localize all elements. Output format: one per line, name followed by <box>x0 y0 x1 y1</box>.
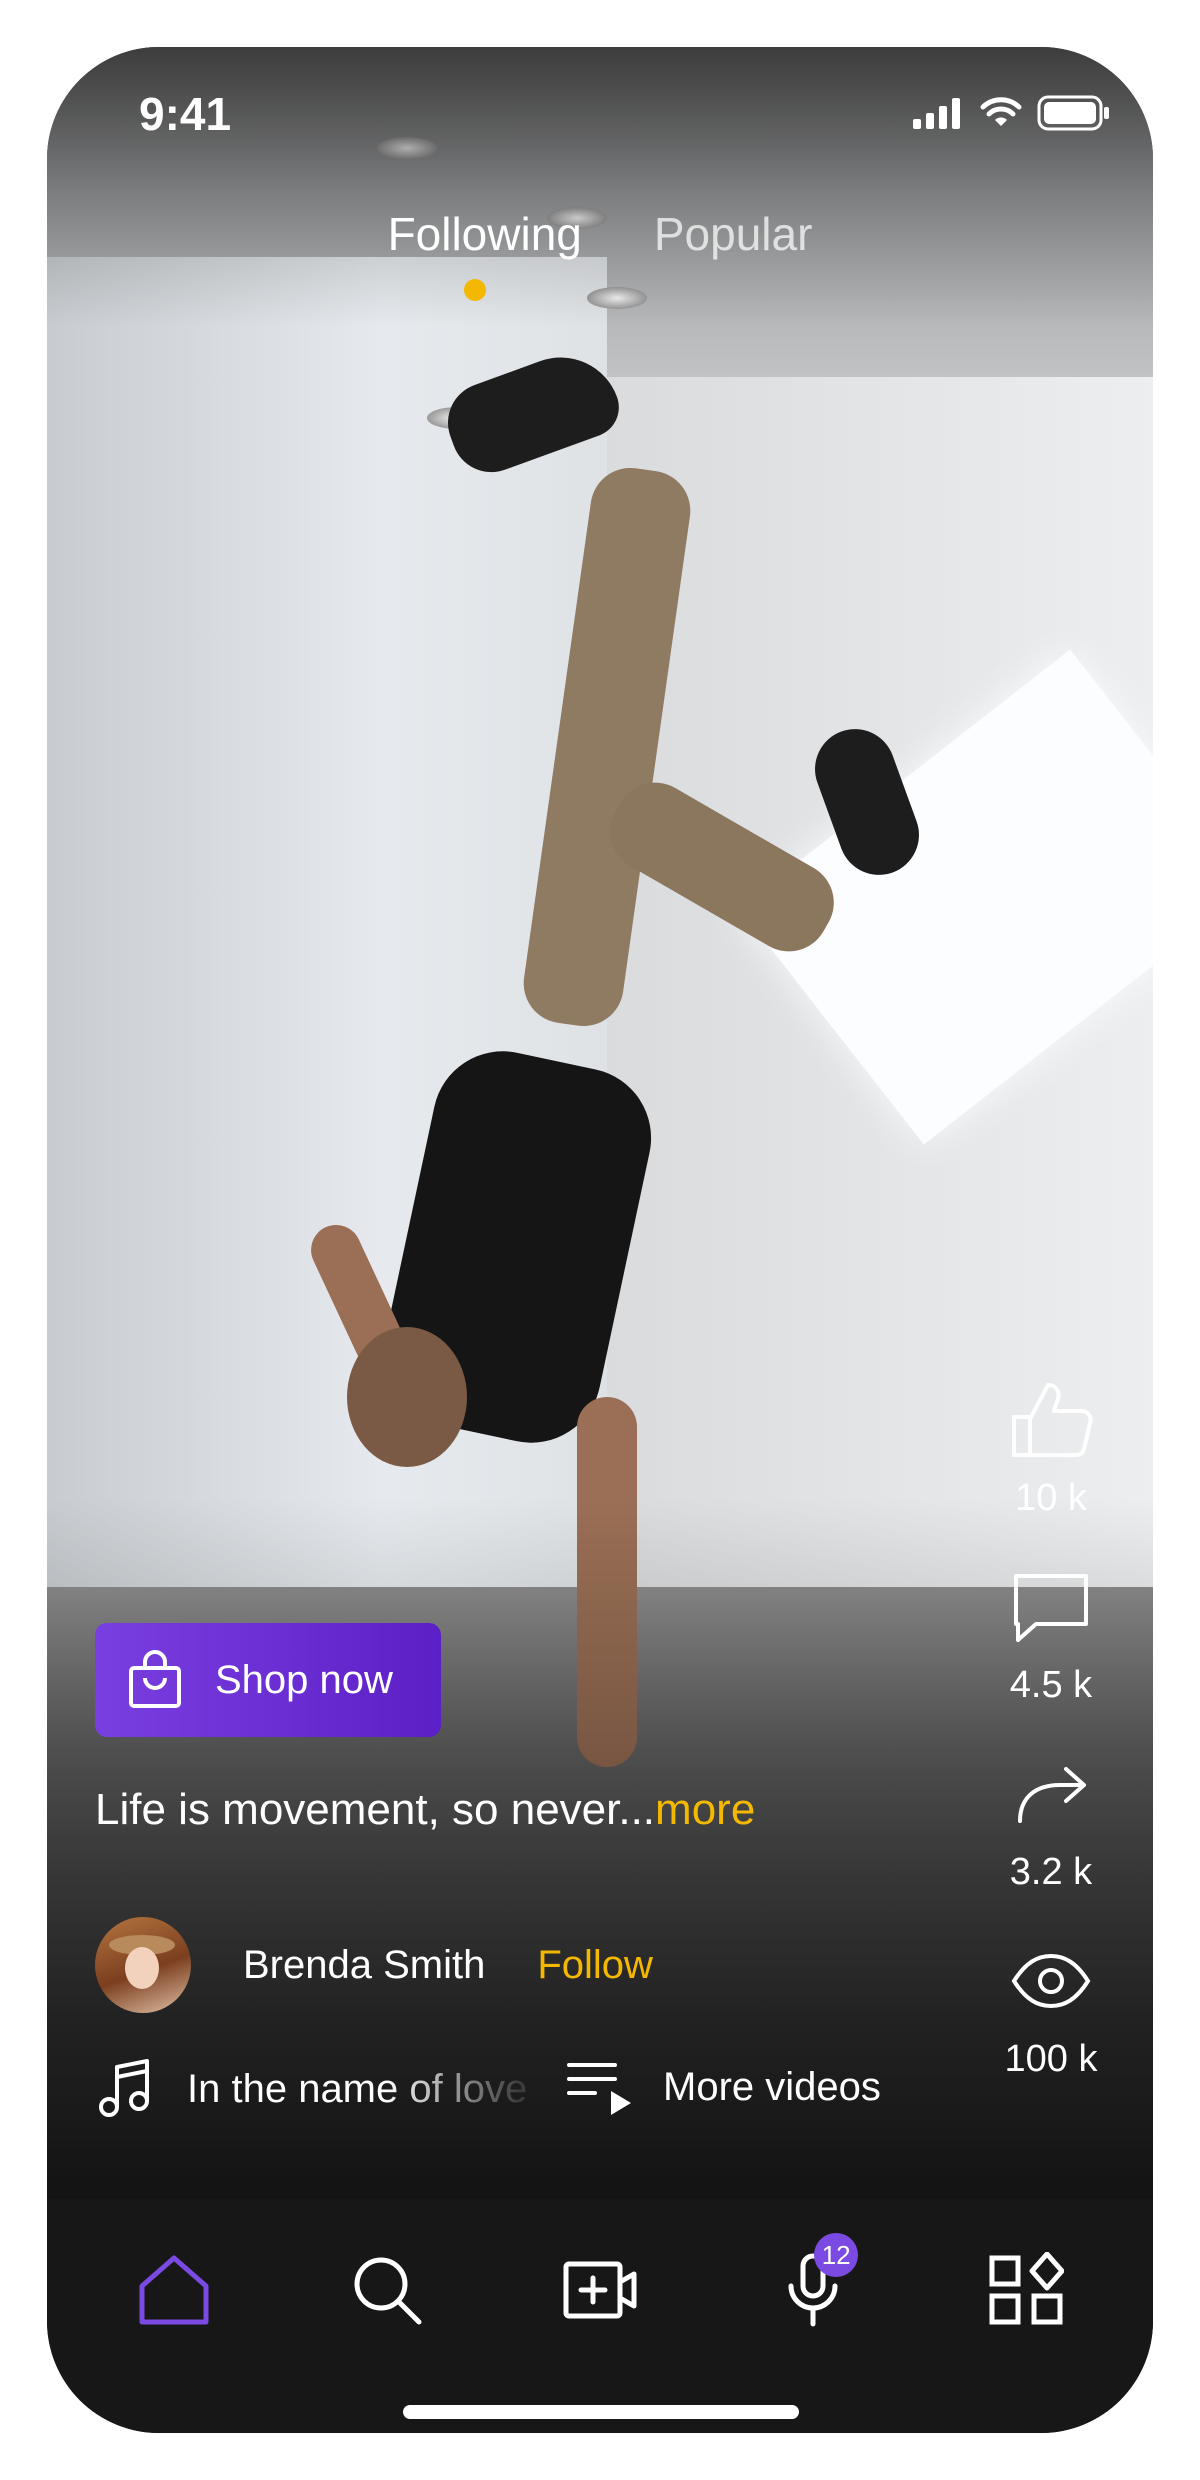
video-caption: Life is movement, so never...more <box>95 1785 755 1835</box>
author-name[interactable]: Brenda Smith <box>243 1943 485 1988</box>
follow-button[interactable]: Follow <box>537 1943 653 1988</box>
status-time: 9:41 <box>139 88 232 140</box>
video-background[interactable] <box>47 47 1153 2199</box>
share-button[interactable]: 3.2 k <box>991 1751 1111 1894</box>
signal-icon <box>913 98 960 129</box>
share-count: 3.2 k <box>1009 1851 1093 1893</box>
playlist-icon <box>567 2063 631 2115</box>
tab-following[interactable]: Following <box>388 207 582 261</box>
nav-apps[interactable] <box>981 2245 1071 2335</box>
nav-live[interactable]: 12 <box>768 2233 859 2335</box>
share-icon <box>1018 1767 1086 1823</box>
comment-icon <box>1014 1574 1088 1642</box>
more-videos-label: More videos <box>663 2064 881 2109</box>
like-icon <box>1012 1383 1093 1457</box>
caption-text: Life is movement, so never... <box>95 1785 656 1834</box>
active-tab-indicator <box>464 279 486 301</box>
comment-button[interactable]: 4.5 k <box>991 1564 1111 1707</box>
comment-count: 4.5 k <box>1009 1664 1093 1706</box>
like-button[interactable]: 10 k <box>991 1377 1111 1520</box>
more-videos-button[interactable]: More videos <box>565 2057 881 2117</box>
like-count: 10 k <box>1015 1477 1087 1519</box>
view-count: 100 k <box>1004 2038 1098 2080</box>
status-icons <box>913 95 1111 131</box>
phone-frame: 9:41 Following Popular 10 k 4.5 k 3.2 k … <box>47 47 1153 2433</box>
home-icon <box>139 2255 209 2325</box>
apps-icon <box>989 2252 1065 2325</box>
shop-now-button[interactable]: Shop now <box>95 1623 441 1737</box>
home-indicator[interactable] <box>403 2405 799 2419</box>
bottom-nav: 12 <box>47 2199 1153 2433</box>
search-icon <box>354 2257 422 2325</box>
views-button[interactable]: 100 k <box>991 1938 1111 2081</box>
view-icon <box>1011 1953 1091 2009</box>
music-row[interactable]: In the name of love <box>95 2057 547 2121</box>
caption-more-link[interactable]: more <box>655 1785 755 1834</box>
battery-icon <box>1037 95 1109 131</box>
wifi-icon <box>980 97 1022 126</box>
notification-badge: 12 <box>814 2233 859 2277</box>
shopping-bag-icon <box>129 1650 181 1708</box>
action-rail: 10 k 4.5 k 3.2 k 100 k <box>991 1377 1111 2125</box>
avatar[interactable] <box>95 1917 191 2013</box>
author-row: Brenda Smith Follow <box>95 1917 653 2013</box>
tab-popular[interactable]: Popular <box>654 207 813 261</box>
nav-home[interactable] <box>129 2245 219 2335</box>
music-note-icon <box>99 2059 149 2117</box>
shop-now-label: Shop now <box>215 1657 393 1702</box>
add-video-icon <box>563 2261 637 2319</box>
song-title: In the name of love <box>187 2067 547 2112</box>
nav-search[interactable] <box>342 2245 432 2335</box>
nav-create[interactable] <box>555 2245 645 2335</box>
feed-tabs: Following Popular <box>47 207 1153 261</box>
